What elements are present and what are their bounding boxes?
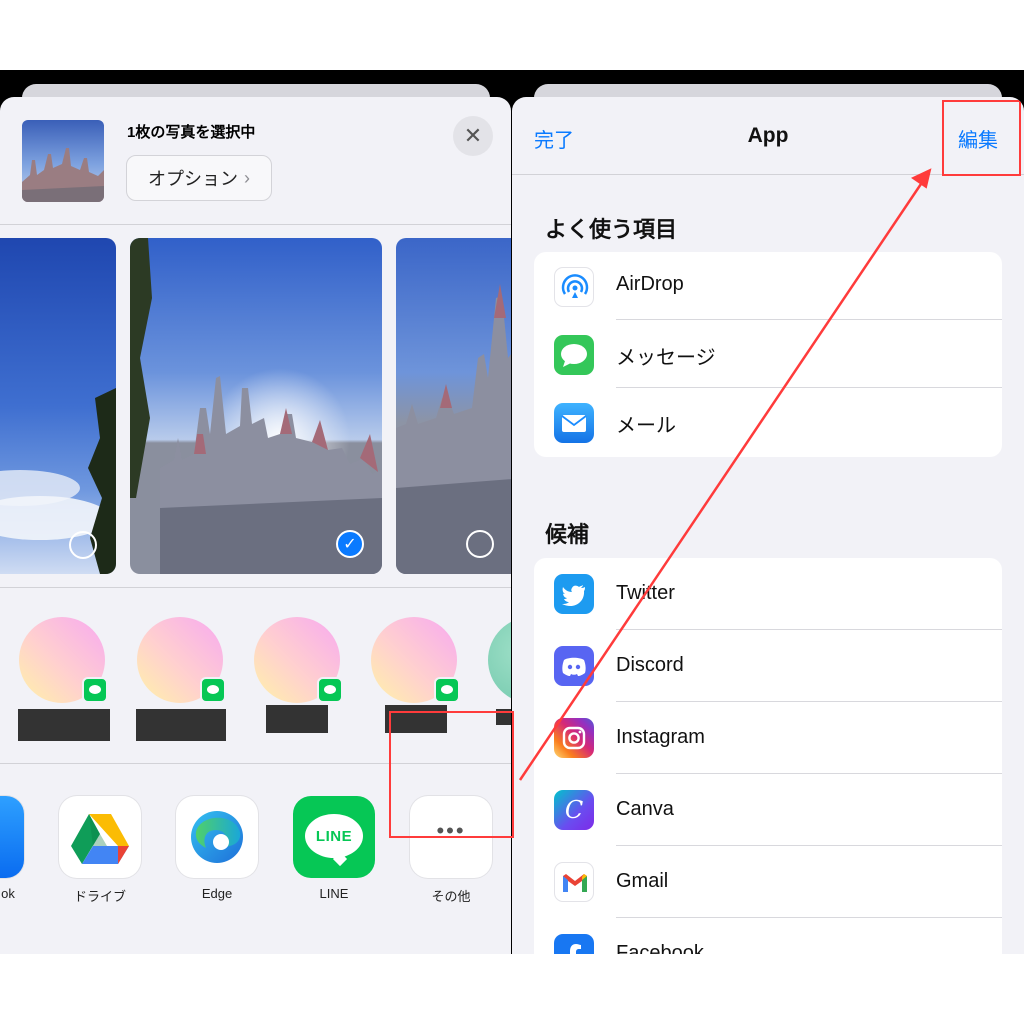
selected-photo-thumbnail xyxy=(22,120,104,202)
edge-app-button[interactable] xyxy=(176,796,258,878)
list-item[interactable]: Facebook xyxy=(534,918,1002,954)
share-header: 1枚の写真を選択中 オプション › ✕ xyxy=(0,97,511,225)
photo-selected-check[interactable]: ✓ xyxy=(336,530,364,558)
photo-thumbnail[interactable] xyxy=(396,238,511,574)
contact-name-redacted xyxy=(18,709,110,741)
list-item[interactable]: Twitter xyxy=(534,558,1002,630)
edge-icon xyxy=(191,811,243,863)
close-icon: ✕ xyxy=(463,123,483,148)
favorites-header: よく使う項目 xyxy=(545,217,678,242)
app-label: その他 xyxy=(431,889,471,904)
canva-icon: C xyxy=(554,790,594,830)
contact-avatar[interactable] xyxy=(488,617,511,703)
airdrop-icon xyxy=(554,267,594,307)
list-item[interactable]: AirDrop xyxy=(534,252,1002,320)
line-badge-icon xyxy=(200,677,226,703)
messages-icon xyxy=(554,335,594,375)
divider xyxy=(0,587,511,588)
list-item[interactable]: Gmail xyxy=(534,846,1002,918)
suggestions-header: 候補 xyxy=(545,522,590,547)
list-item[interactable]: C Canva xyxy=(534,774,1002,846)
app-label: Edge xyxy=(201,886,233,901)
list-item[interactable]: Discord xyxy=(534,630,1002,702)
photo-select-circle[interactable] xyxy=(466,530,494,558)
edit-highlight-box xyxy=(942,100,1021,176)
list-item-label: メッセージ xyxy=(616,347,716,369)
twitter-icon xyxy=(554,574,594,614)
contact-name-redacted xyxy=(266,705,328,733)
list-item-label: Discord xyxy=(616,654,684,676)
google-drive-icon xyxy=(71,814,129,864)
facebook-icon xyxy=(554,934,594,954)
more-highlight-box xyxy=(389,711,514,838)
mail-icon xyxy=(554,403,594,443)
line-icon: LINE xyxy=(305,814,363,858)
chevron-right-icon: › xyxy=(244,167,250,188)
google-drive-app-button[interactable] xyxy=(59,796,141,878)
photo-select-circle[interactable] xyxy=(69,531,97,559)
contact-name-redacted xyxy=(136,709,226,741)
line-badge-icon xyxy=(317,677,343,703)
app-list-sheet: App 完了 編集 よく使う項目 AirDrop メッセージ メール 候補 Tw… xyxy=(512,97,1024,954)
list-item-label: AirDrop xyxy=(616,273,684,295)
facebook-app-button[interactable] xyxy=(0,796,24,878)
selection-title: 1枚の写真を選択中 xyxy=(127,124,256,141)
canva-icon-text: C xyxy=(564,796,584,824)
list-item-label: Instagram xyxy=(616,726,705,748)
close-button[interactable]: ✕ xyxy=(453,116,493,156)
list-item-label: Facebook xyxy=(616,942,704,954)
list-item-label: Twitter xyxy=(616,582,675,604)
list-item[interactable]: メッセージ xyxy=(534,320,1002,388)
photo-thumbnail[interactable]: ✓ xyxy=(130,238,382,574)
photo-thumbnail[interactable] xyxy=(0,238,116,574)
instagram-icon xyxy=(554,718,594,758)
suggestions-group: Twitter Discord Instagram C Canva Gmail … xyxy=(534,558,1002,954)
line-badge-icon xyxy=(434,677,460,703)
options-button[interactable]: オプション › xyxy=(126,155,272,201)
done-button[interactable]: 完了 xyxy=(534,124,574,153)
line-icon-text: LINE xyxy=(315,827,353,845)
options-label: オプション xyxy=(148,169,238,189)
list-item[interactable]: メール xyxy=(534,388,1002,456)
line-badge-icon xyxy=(82,677,108,703)
gmail-icon xyxy=(554,862,594,902)
favorites-group: AirDrop メッセージ メール xyxy=(534,252,1002,457)
list-item-label: Canva xyxy=(616,798,674,820)
list-item[interactable]: Instagram xyxy=(534,702,1002,774)
app-label: LINE xyxy=(319,886,349,901)
discord-icon xyxy=(554,646,594,686)
checkmark-icon: ✓ xyxy=(343,536,357,553)
app-label: ドライブ xyxy=(73,889,126,904)
list-item-label: Gmail xyxy=(616,870,669,892)
list-item-label: メール xyxy=(616,415,676,437)
line-app-button[interactable]: LINE xyxy=(293,796,375,878)
